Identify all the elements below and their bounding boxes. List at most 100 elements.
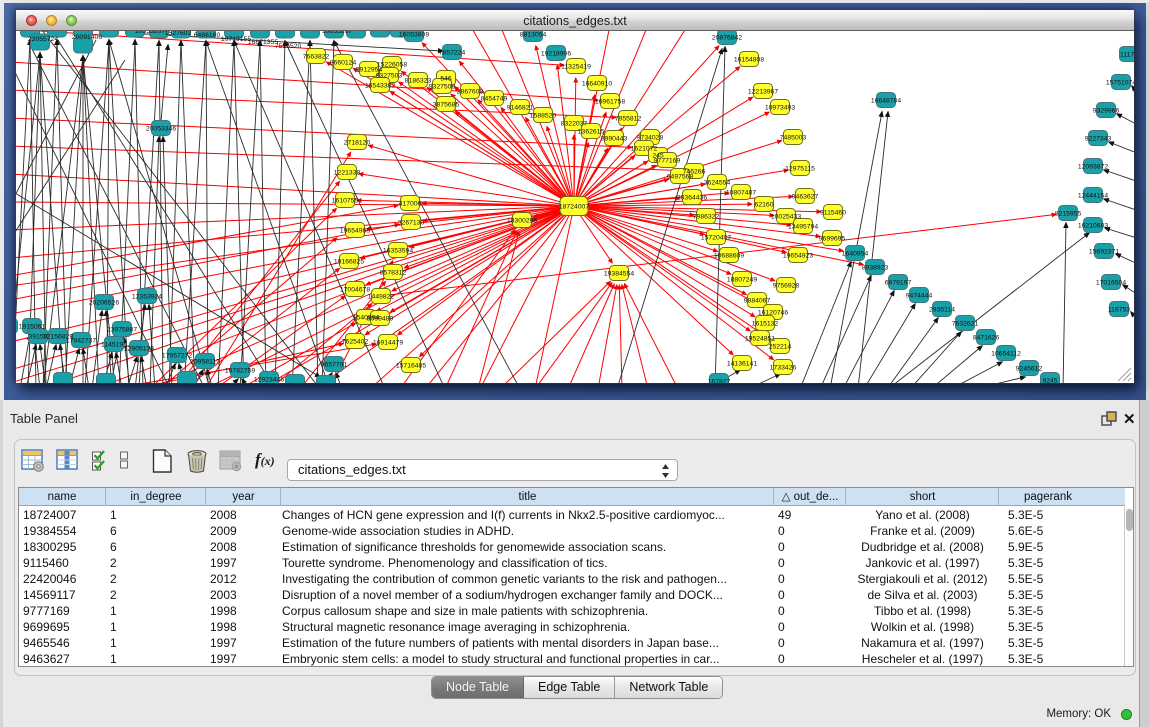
svg-text:9245: 9245 xyxy=(1042,378,1057,384)
svg-text:62160: 62160 xyxy=(755,202,774,209)
svg-text:7632621: 7632621 xyxy=(952,321,979,328)
svg-text:23975887: 23975887 xyxy=(107,327,137,334)
svg-text:8660124: 8660124 xyxy=(330,60,357,67)
svg-text:9329966: 9329966 xyxy=(1093,108,1120,115)
svg-text:14136141: 14136141 xyxy=(727,361,757,368)
svg-text:17942737: 17942737 xyxy=(66,338,96,345)
svg-text:10688609: 10688609 xyxy=(714,253,744,260)
svg-text:1449822: 1449822 xyxy=(368,294,395,301)
svg-text:16120746: 16120746 xyxy=(758,310,788,317)
svg-text:8938923: 8938923 xyxy=(862,265,889,272)
svg-text:10958117: 10958117 xyxy=(190,359,220,366)
svg-text:18300295: 18300295 xyxy=(507,218,537,225)
svg-text:12444154: 12444154 xyxy=(1078,193,1108,200)
svg-text:9657791: 9657791 xyxy=(321,362,348,369)
svg-text:2935114: 2935114 xyxy=(929,307,955,314)
svg-text:1588520: 1588520 xyxy=(530,113,557,120)
svg-text:16353594: 16353594 xyxy=(383,248,413,255)
svg-text:9146821: 9146821 xyxy=(507,105,534,112)
svg-text:20091406: 20091406 xyxy=(72,34,102,41)
svg-text:20206526: 20206526 xyxy=(89,300,119,307)
svg-text:252214: 252214 xyxy=(769,344,792,351)
svg-text:18807249: 18807249 xyxy=(727,277,757,284)
svg-text:1733426: 1733426 xyxy=(770,365,797,372)
svg-text:19524851: 19524851 xyxy=(745,336,775,343)
svg-text:10655267: 10655267 xyxy=(322,31,352,35)
svg-text:1640954: 1640954 xyxy=(842,251,869,258)
svg-text:12093872: 12093872 xyxy=(1078,164,1108,171)
svg-text:20876842: 20876842 xyxy=(712,35,742,42)
svg-text:9327503: 9327503 xyxy=(376,73,403,80)
svg-text:19218906: 19218906 xyxy=(541,51,571,58)
svg-text:19166825: 19166825 xyxy=(334,259,364,266)
svg-text:8215955: 8215955 xyxy=(1055,211,1082,218)
svg-text:9734028: 9734028 xyxy=(637,135,664,142)
svg-text:12353924: 12353924 xyxy=(132,294,162,301)
svg-text:1915061: 1915061 xyxy=(19,324,46,331)
svg-text:15751074: 15751074 xyxy=(1106,80,1134,87)
svg-text:10553267: 10553267 xyxy=(135,31,165,35)
svg-text:16961758: 16961758 xyxy=(595,99,625,106)
svg-text:7515520: 7515520 xyxy=(275,43,302,50)
svg-text:16154808: 16154808 xyxy=(734,57,764,64)
svg-text:1362615: 1362615 xyxy=(578,129,605,136)
svg-text:8990443: 8990443 xyxy=(601,136,628,143)
svg-text:10807487: 10807487 xyxy=(726,190,756,197)
svg-text:3624554: 3624554 xyxy=(704,180,731,187)
svg-text:15720407: 15720407 xyxy=(701,235,731,242)
svg-text:8471626: 8471626 xyxy=(973,335,1000,342)
svg-text:9115460: 9115460 xyxy=(820,210,846,217)
svg-text:20364436: 20364436 xyxy=(677,195,707,202)
svg-text:8186323: 8186323 xyxy=(405,78,432,85)
svg-text:12923446: 12923446 xyxy=(254,377,284,384)
svg-text:12975115: 12975115 xyxy=(785,166,815,173)
svg-text:9884067: 9884067 xyxy=(744,298,771,305)
svg-text:15692371: 15692371 xyxy=(1089,249,1119,256)
svg-text:1615132: 1615132 xyxy=(752,321,779,328)
svg-text:7986322: 7986322 xyxy=(693,214,720,221)
svg-text:8578312: 8578312 xyxy=(380,270,407,277)
svg-text:7625402: 7625402 xyxy=(342,339,369,346)
svg-text:9227343: 9227343 xyxy=(1085,136,1112,143)
svg-text:12213967: 12213967 xyxy=(748,89,778,96)
svg-text:9756928: 9756928 xyxy=(773,283,800,290)
svg-text:16640910: 16640910 xyxy=(582,81,612,88)
svg-text:12905135: 12905135 xyxy=(124,346,154,353)
svg-text:10973493: 10973493 xyxy=(765,105,795,112)
svg-text:167827: 167827 xyxy=(708,379,731,384)
svg-text:15716485: 15716485 xyxy=(396,363,426,370)
svg-text:16782759: 16782759 xyxy=(225,368,255,375)
svg-text:19654985: 19654985 xyxy=(340,228,370,235)
svg-text:20053346: 20053346 xyxy=(146,126,176,133)
svg-text:16543382: 16543382 xyxy=(365,83,395,90)
svg-text:9245612: 9245612 xyxy=(1016,366,1043,373)
svg-text:19384554: 19384554 xyxy=(604,271,634,278)
svg-text:1621072: 1621072 xyxy=(631,146,658,153)
svg-text:16914479: 16914479 xyxy=(373,340,403,347)
svg-text:9777169: 9777169 xyxy=(654,158,681,165)
svg-text:10719155: 10719155 xyxy=(221,36,251,43)
svg-text:1610755: 1610755 xyxy=(332,198,359,205)
svg-text:10654112: 10654112 xyxy=(991,351,1021,358)
svg-text:11325419: 11325419 xyxy=(561,64,591,71)
svg-text:9474444: 9474444 xyxy=(906,293,933,300)
svg-text:9463627: 9463627 xyxy=(792,194,819,201)
svg-text:8322037: 8322037 xyxy=(561,121,588,128)
svg-text:3875685: 3875685 xyxy=(433,102,460,109)
svg-text:1221338: 1221338 xyxy=(334,170,361,177)
svg-text:3267130: 3267130 xyxy=(398,220,425,227)
svg-text:8813054: 8813054 xyxy=(520,32,547,39)
svg-text:6497568: 6497568 xyxy=(667,174,694,181)
svg-text:8454749: 8454749 xyxy=(481,96,508,103)
svg-text:11174: 11174 xyxy=(1120,52,1134,59)
svg-text:7485003: 7485003 xyxy=(780,135,807,142)
svg-text:9699695: 9699695 xyxy=(819,236,846,243)
svg-text:2867608: 2867608 xyxy=(457,89,484,96)
svg-text:7663822: 7663822 xyxy=(303,54,330,61)
svg-text:116753: 116753 xyxy=(1108,307,1130,314)
svg-text:16648784: 16648784 xyxy=(871,98,901,105)
svg-text:6879197: 6879197 xyxy=(885,280,912,287)
svg-text:13495794: 13495794 xyxy=(788,224,818,231)
svg-text:417006: 417006 xyxy=(399,201,422,208)
svg-text:16053809: 16053809 xyxy=(399,32,429,39)
